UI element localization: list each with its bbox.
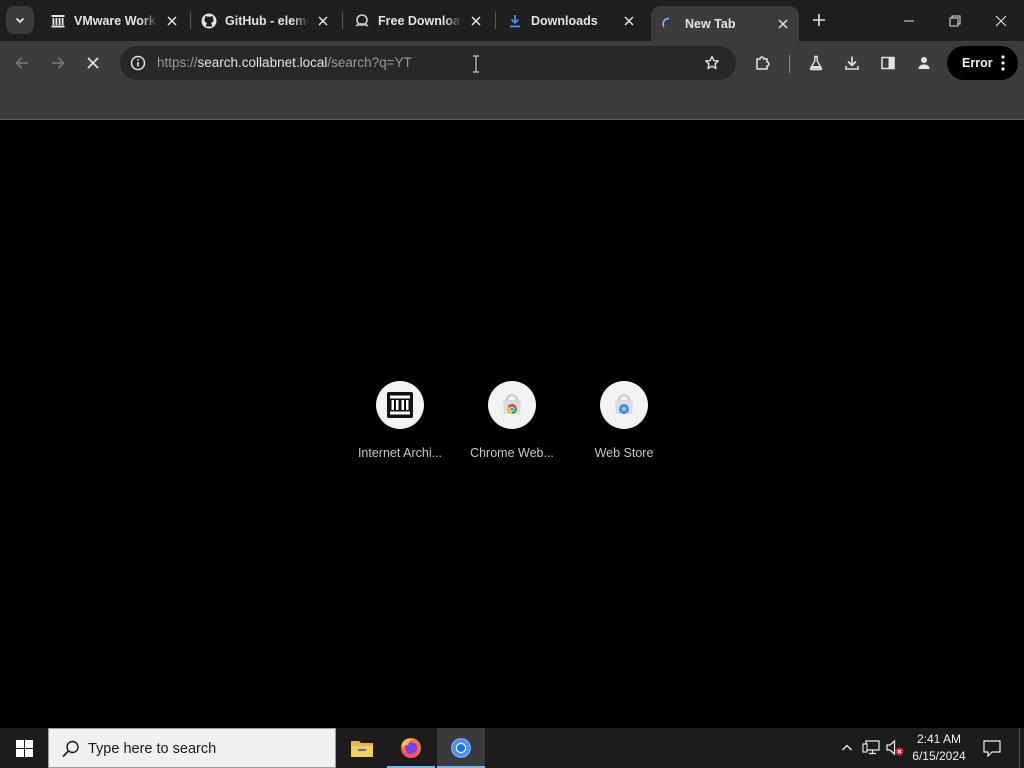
firefox-icon	[401, 738, 421, 758]
new-tab-button[interactable]	[806, 7, 832, 33]
shortcut-label: Web Store	[594, 446, 654, 460]
tab-new-tab[interactable]: New Tab	[651, 6, 799, 41]
shortcut-label: Internet Archi...	[357, 446, 443, 460]
network-icon	[862, 740, 880, 755]
more-vertical-icon	[1001, 55, 1005, 71]
github-icon	[201, 13, 217, 29]
tab-vmware[interactable]: VMware Workstation	[40, 0, 188, 41]
close-window-button[interactable]	[978, 0, 1024, 41]
chevron-down-icon	[15, 17, 25, 24]
side-panel-button[interactable]	[872, 47, 904, 79]
volume-tray-button[interactable]	[885, 738, 905, 758]
download-icon	[845, 56, 859, 70]
bookmarks-bar	[0, 85, 1024, 120]
chevron-up-icon	[842, 744, 852, 751]
minimize-button[interactable]	[886, 0, 932, 41]
site-info-icon[interactable]	[126, 51, 150, 75]
internet-archive-icon	[50, 13, 66, 29]
windows-logo-icon	[15, 739, 33, 757]
url-host: search.collabnet.local	[197, 55, 328, 70]
tab-title: New Tab	[685, 16, 736, 31]
close-tab-icon[interactable]	[162, 11, 182, 31]
bookmark-star-icon[interactable]	[700, 51, 724, 75]
notification-icon	[983, 739, 1001, 757]
stop-loading-button[interactable]	[77, 47, 109, 79]
restore-button[interactable]	[932, 0, 978, 41]
url-text[interactable]: https://search.collabnet.local/search?q=…	[157, 55, 412, 70]
chrome-icon	[451, 738, 471, 758]
address-bar[interactable]: https://search.collabnet.local/search?q=…	[120, 46, 736, 80]
url-path: /search?q=YT	[327, 55, 412, 70]
downloads-button[interactable]	[836, 47, 868, 79]
profile-error-button[interactable]: Error	[947, 46, 1018, 80]
browser-toolbar: https://search.collabnet.local/search?q=…	[0, 41, 1024, 85]
taskbar-clock[interactable]: 2:41 AM 6/15/2024	[904, 731, 974, 765]
tab-title: VMware Workstation	[74, 13, 158, 28]
close-tab-icon[interactable]	[313, 11, 333, 31]
error-label: Error	[962, 56, 993, 70]
url-scheme: https://	[157, 55, 198, 70]
clock-date: 6/15/2024	[912, 749, 966, 763]
taskbar-chrome[interactable]	[437, 728, 485, 768]
shortcut-chrome-web-store[interactable]: Chrome Web...	[456, 381, 568, 481]
taskbar-firefox[interactable]	[387, 728, 435, 768]
tab-github[interactable]: GitHub - element	[191, 0, 339, 41]
close-tab-icon[interactable]	[619, 11, 639, 31]
tab-title: Free Download	[378, 13, 462, 28]
show-desktop-button[interactable]	[1019, 728, 1024, 768]
loading-spinner-icon	[661, 16, 677, 32]
tab-downloads[interactable]: Downloads	[497, 0, 645, 41]
tab-search-button[interactable]	[6, 6, 34, 34]
restore-icon	[949, 15, 961, 26]
speaker-muted-icon	[886, 739, 904, 756]
file-explorer-icon	[351, 741, 373, 757]
web-store-icon	[600, 381, 648, 429]
download-site-icon	[354, 13, 370, 29]
clock-time: 2:41 AM	[916, 732, 962, 746]
internet-archive-icon	[376, 381, 424, 429]
tab-title: Downloads	[531, 13, 598, 28]
close-icon	[995, 15, 1007, 26]
tab-separator	[342, 12, 343, 29]
stop-x-icon	[87, 57, 99, 69]
screen: VMware Workstation GitHub - element Free…	[0, 0, 1024, 768]
close-tab-icon[interactable]	[773, 14, 793, 34]
start-button[interactable]	[0, 728, 48, 768]
download-arrow-icon	[507, 13, 523, 29]
taskbar-search-box[interactable]: Type here to search	[48, 728, 336, 768]
labs-button[interactable]	[800, 47, 832, 79]
shortcut-internet-archive[interactable]: Internet Archi...	[344, 381, 456, 481]
search-placeholder: Type here to search	[88, 741, 217, 757]
tab-title: GitHub - element	[225, 13, 309, 28]
text-cursor-icon	[473, 55, 479, 73]
puzzle-icon	[756, 56, 770, 70]
chrome-web-store-icon	[488, 381, 536, 429]
extensions-button[interactable]	[747, 47, 779, 79]
tab-free-download[interactable]: Free Download	[344, 0, 492, 41]
profile-button[interactable]	[908, 47, 940, 79]
forward-button[interactable]	[42, 47, 74, 79]
tab-separator	[495, 12, 496, 29]
minimize-icon	[904, 20, 914, 21]
plus-icon	[813, 14, 825, 26]
flask-icon	[809, 55, 823, 71]
taskbar-file-explorer[interactable]	[338, 728, 386, 768]
person-icon	[918, 57, 930, 69]
close-tab-icon[interactable]	[466, 11, 486, 31]
action-center-button[interactable]	[980, 738, 1004, 758]
shortcut-label: Chrome Web...	[470, 446, 554, 460]
toolbar-separator	[789, 55, 790, 73]
back-arrow-icon	[15, 57, 28, 69]
new-tab-page: Internet Archi... Chrome Web... Web Stor…	[0, 121, 1024, 728]
shortcut-web-store[interactable]: Web Store	[568, 381, 680, 481]
tab-strip: VMware Workstation GitHub - element Free…	[0, 0, 1024, 41]
windows-taskbar: Type here to search 2:41 AM 6/15/2024	[0, 728, 1024, 768]
search-icon	[62, 740, 79, 758]
network-tray-button[interactable]	[861, 738, 881, 758]
side-panel-icon	[881, 56, 895, 70]
back-button[interactable]	[6, 47, 38, 79]
forward-arrow-icon	[52, 57, 65, 69]
show-hidden-icons-button[interactable]	[837, 738, 857, 758]
